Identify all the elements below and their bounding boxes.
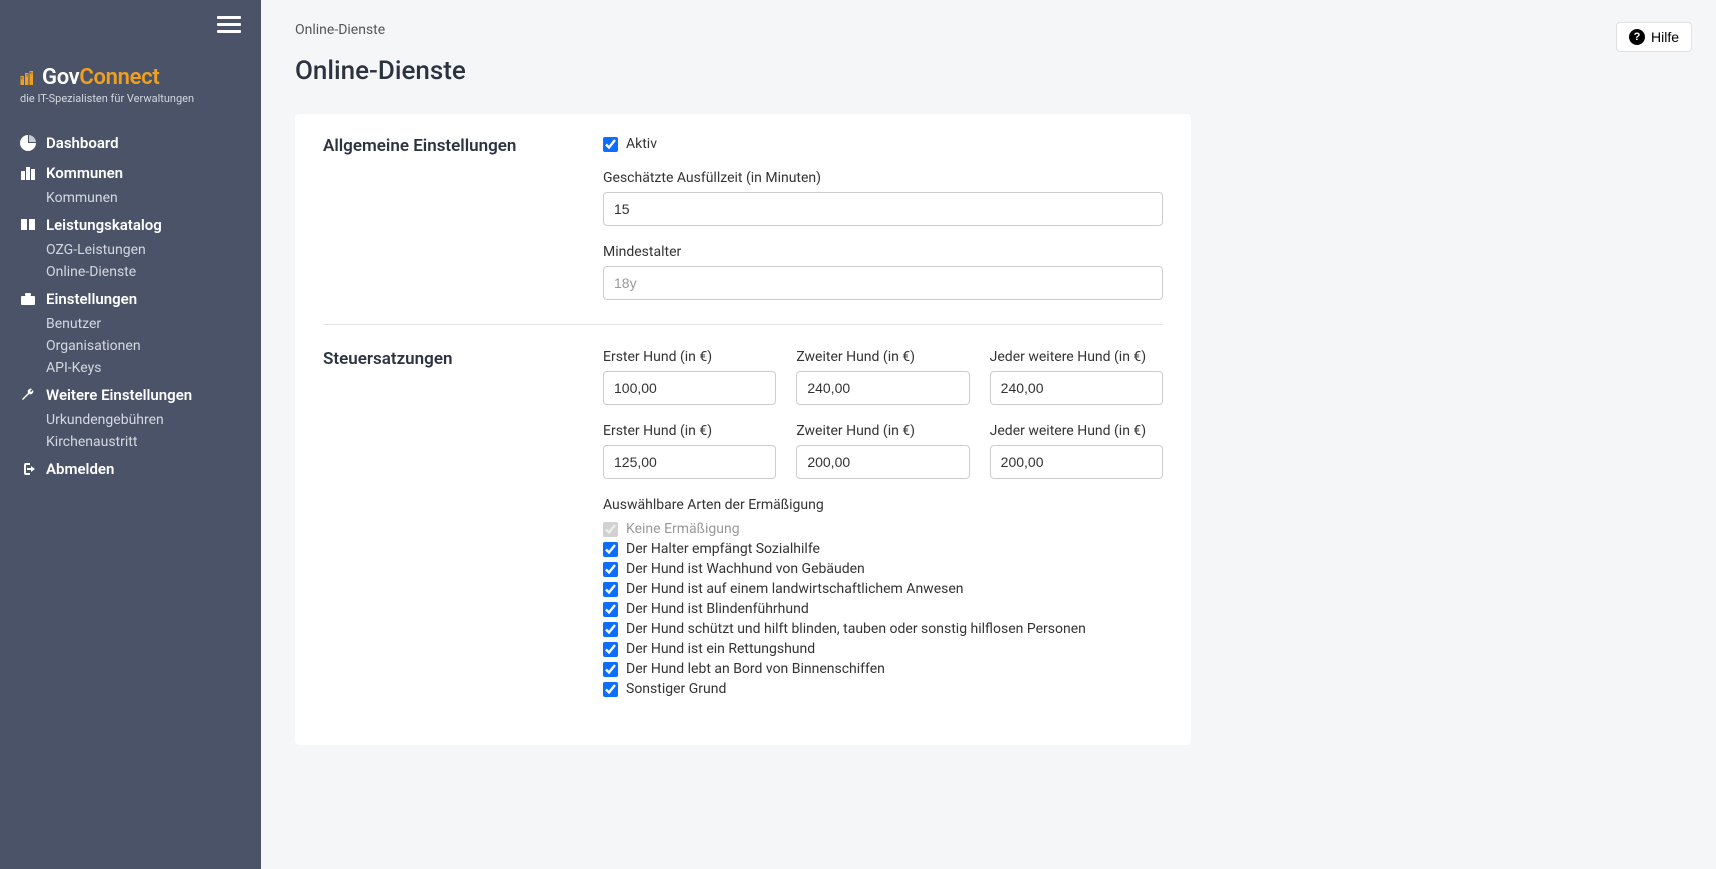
- help-button[interactable]: ? Hilfe: [1616, 22, 1692, 52]
- discount-checkbox[interactable]: [603, 542, 618, 557]
- breadcrumb: Online-Dienste: [295, 22, 1682, 38]
- discount-checkbox[interactable]: [603, 622, 618, 637]
- discount-label: Der Hund lebt an Bord von Binnenschiffen: [626, 661, 885, 677]
- tax-r1c1-label: Erster Hund (in €): [603, 349, 776, 365]
- tax-r1c2-label: Zweiter Hund (in €): [796, 349, 969, 365]
- logout-icon: [20, 461, 36, 477]
- sidebar-subitem-urkunden[interactable]: Urkundengebühren: [8, 409, 253, 431]
- tax-r2c1-input[interactable]: [603, 445, 776, 479]
- discount-item: Der Halter empfängt Sozialhilfe: [603, 539, 1163, 559]
- pie-chart-icon: [20, 135, 36, 151]
- tax-r2c3-label: Jeder weitere Hund (in €): [990, 423, 1163, 439]
- sidebar-item-kommunen[interactable]: Kommunen: [8, 159, 253, 187]
- sidebar-item-leistungskatalog[interactable]: Leistungskatalog: [8, 211, 253, 239]
- discount-item: Der Hund lebt an Bord von Binnenschiffen: [603, 659, 1163, 679]
- tax-r1c3-label: Jeder weitere Hund (in €): [990, 349, 1163, 365]
- tax-r1c1-input[interactable]: [603, 371, 776, 405]
- hamburger-menu-button[interactable]: [0, 8, 261, 45]
- sidebar-item-dashboard[interactable]: Dashboard: [8, 129, 253, 157]
- sidebar-subitem-online-dienste[interactable]: Online-Dienste: [8, 261, 253, 283]
- discount-checkbox[interactable]: [603, 642, 618, 657]
- tax-r2c1-label: Erster Hund (in €): [603, 423, 776, 439]
- section-title-tax: Steuersatzungen: [323, 349, 563, 699]
- briefcase-icon: [20, 291, 36, 307]
- active-label: Aktiv: [626, 136, 657, 152]
- discount-checkbox[interactable]: [603, 662, 618, 677]
- discount-checkbox[interactable]: [603, 562, 618, 577]
- discounts-title: Auswählbare Arten der Ermäßigung: [603, 497, 1163, 513]
- sidebar-subitem-organisationen[interactable]: Organisationen: [8, 335, 253, 357]
- wrench-icon: [20, 387, 36, 403]
- sidebar-item-label: Einstellungen: [46, 290, 137, 308]
- tax-r1c2-input[interactable]: [796, 371, 969, 405]
- discount-item: Der Hund ist auf einem landwirtschaftlic…: [603, 579, 1163, 599]
- tax-r2c2-input[interactable]: [796, 445, 969, 479]
- sidebar: GovConnect die IT-Spezialisten für Verwa…: [0, 0, 261, 869]
- discount-label: Der Hund schützt und hilft blinden, taub…: [626, 621, 1086, 637]
- discount-checkbox: [603, 522, 618, 537]
- sidebar-item-label: Leistungskatalog: [46, 216, 162, 234]
- buildings-icon: [20, 70, 36, 86]
- discount-label: Der Hund ist Blindenführhund: [626, 601, 809, 617]
- sidebar-subitem-kirchen[interactable]: Kirchenaustritt: [8, 431, 253, 453]
- page-title: Online-Dienste: [295, 56, 1682, 86]
- sidebar-item-einstellungen[interactable]: Einstellungen: [8, 285, 253, 313]
- min-age-input[interactable]: [603, 266, 1163, 300]
- discount-label: Der Hund ist Wachhund von Gebäuden: [626, 561, 865, 577]
- logo-text: GovConnect: [42, 65, 159, 90]
- discount-item: Der Hund schützt und hilft blinden, taub…: [603, 619, 1163, 639]
- logo-tagline: die IT-Spezialisten für Verwaltungen: [20, 92, 241, 105]
- sidebar-subitem-kommunen[interactable]: Kommunen: [8, 187, 253, 209]
- sidebar-item-label: Abmelden: [46, 460, 114, 478]
- est-time-input[interactable]: [603, 192, 1163, 226]
- tax-r1c3-input[interactable]: [990, 371, 1163, 405]
- book-icon: [20, 217, 36, 233]
- discount-checkbox[interactable]: [603, 582, 618, 597]
- settings-card: Allgemeine Einstellungen Aktiv Geschätzt…: [295, 114, 1191, 745]
- tax-r2c2-label: Zweiter Hund (in €): [796, 423, 969, 439]
- discount-label: Der Hund ist ein Rettungshund: [626, 641, 815, 657]
- discount-item: Der Hund ist ein Rettungshund: [603, 639, 1163, 659]
- discount-label: Der Hund ist auf einem landwirtschaftlic…: [626, 581, 964, 597]
- discount-checkbox[interactable]: [603, 602, 618, 617]
- min-age-label: Mindestalter: [603, 244, 1163, 260]
- sidebar-item-weitere[interactable]: Weitere Einstellungen: [8, 381, 253, 409]
- discount-item: Der Hund ist Blindenführhund: [603, 599, 1163, 619]
- building-icon: [20, 165, 36, 181]
- sidebar-subitem-apikeys[interactable]: API-Keys: [8, 357, 253, 379]
- discount-list: Keine Ermäßigung Der Halter empfängt Sozi…: [603, 519, 1163, 699]
- help-label: Hilfe: [1651, 29, 1679, 45]
- discount-item: Keine Ermäßigung: [603, 519, 1163, 539]
- discount-label: Keine Ermäßigung: [626, 521, 740, 537]
- discount-label: Der Halter empfängt Sozialhilfe: [626, 541, 820, 557]
- sidebar-item-label: Kommunen: [46, 164, 123, 182]
- logo: GovConnect die IT-Spezialisten für Verwa…: [0, 45, 261, 129]
- section-title-general: Allgemeine Einstellungen: [323, 136, 563, 300]
- discount-item: Sonstiger Grund: [603, 679, 1163, 699]
- est-time-label: Geschätzte Ausfüllzeit (in Minuten): [603, 170, 1163, 186]
- sidebar-item-label: Dashboard: [46, 134, 119, 152]
- discount-item: Der Hund ist Wachhund von Gebäuden: [603, 559, 1163, 579]
- sidebar-item-abmelden[interactable]: Abmelden: [8, 455, 253, 483]
- discount-label: Sonstiger Grund: [626, 681, 726, 697]
- sidebar-item-label: Weitere Einstellungen: [46, 386, 192, 404]
- help-icon: ?: [1629, 29, 1645, 45]
- sidebar-subitem-ozg[interactable]: OZG-Leistungen: [8, 239, 253, 261]
- tax-r2c3-input[interactable]: [990, 445, 1163, 479]
- active-checkbox[interactable]: [603, 137, 618, 152]
- sidebar-subitem-benutzer[interactable]: Benutzer: [8, 313, 253, 335]
- main-content: ? Hilfe Online-Dienste Online-Dienste Al…: [261, 0, 1716, 869]
- discount-checkbox[interactable]: [603, 682, 618, 697]
